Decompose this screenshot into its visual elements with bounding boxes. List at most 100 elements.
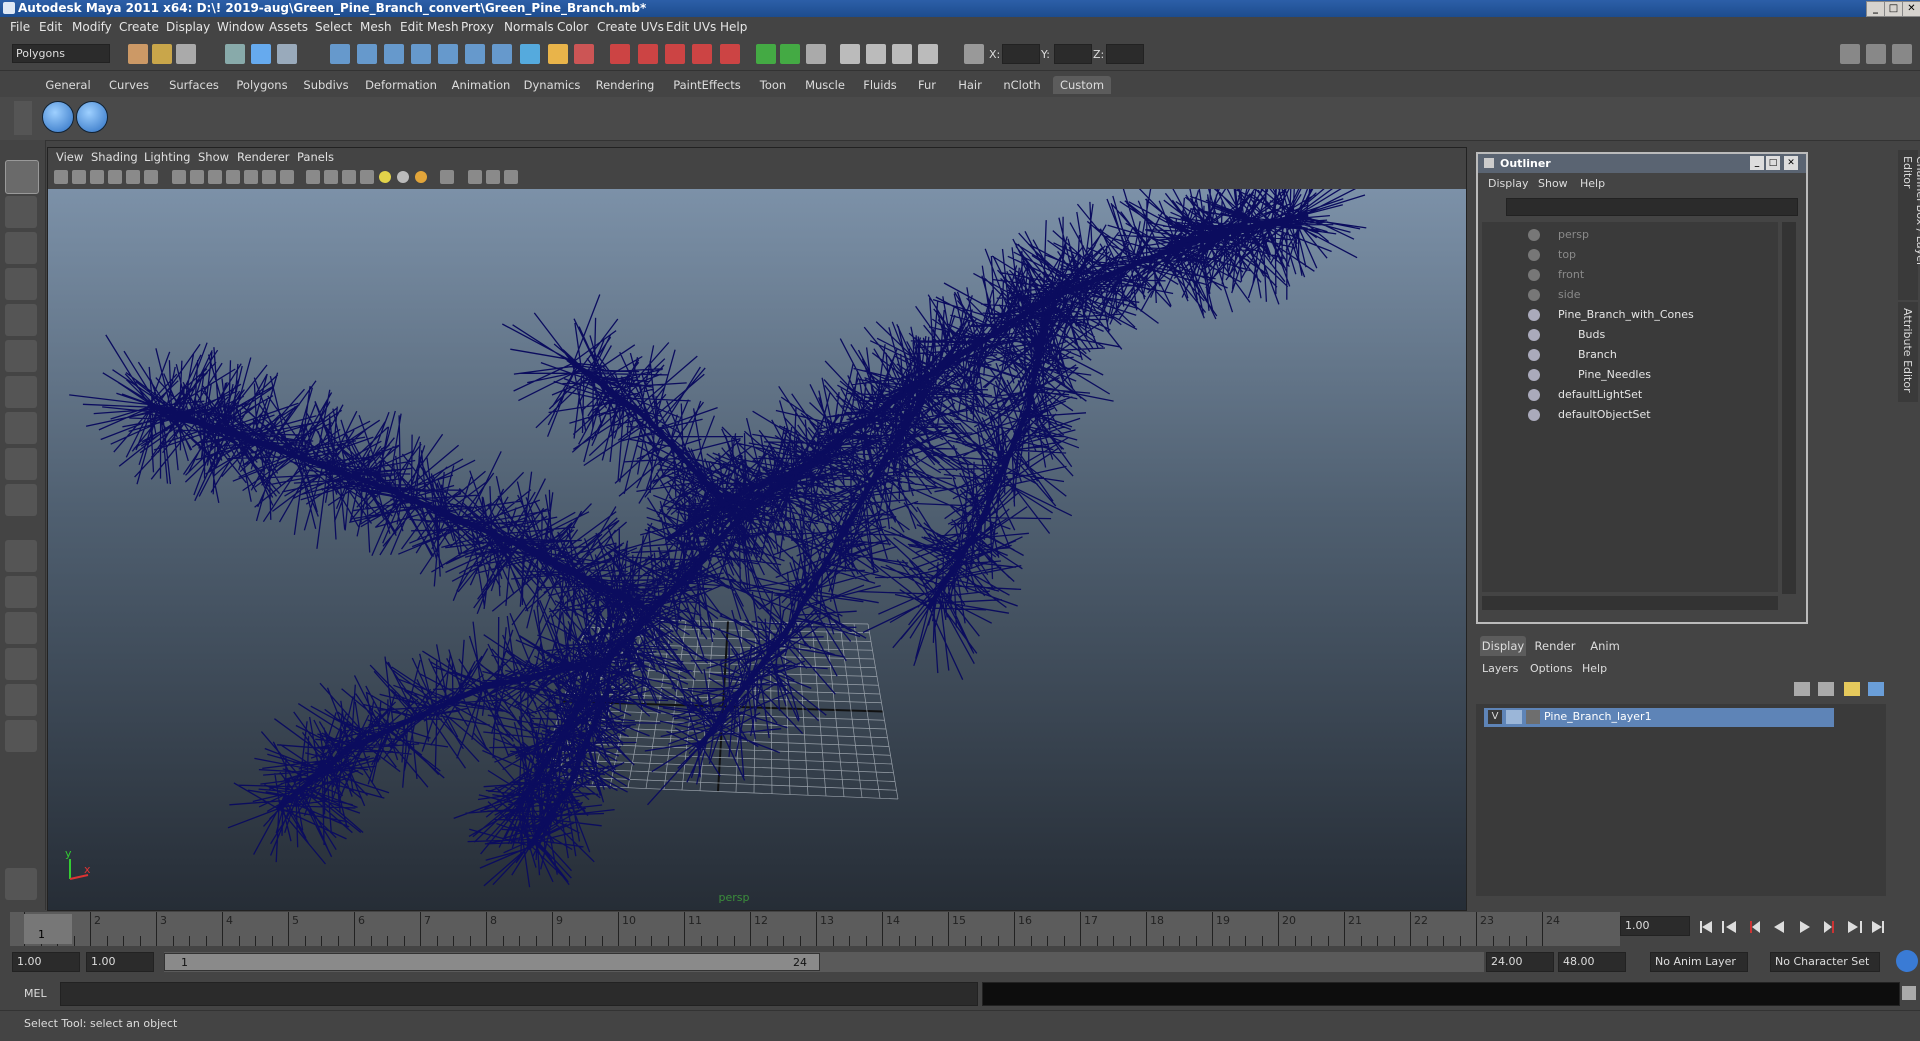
show-ui-icon[interactable] bbox=[840, 44, 860, 64]
outliner-close-button[interactable]: ✕ bbox=[1784, 156, 1798, 170]
menu-create[interactable]: Create bbox=[119, 20, 159, 34]
scene-view[interactable]: y x persp bbox=[48, 189, 1466, 910]
step-forward-key-button[interactable] bbox=[1848, 921, 1862, 933]
manipulator-tool-icon[interactable] bbox=[5, 376, 37, 408]
shelf-tab-polygons[interactable]: Polygons bbox=[231, 76, 293, 94]
question-icon[interactable] bbox=[520, 44, 540, 64]
script-editor-icon[interactable] bbox=[1902, 986, 1916, 1000]
channel-control-icon[interactable] bbox=[892, 44, 912, 64]
menu-modify[interactable]: Modify bbox=[72, 20, 112, 34]
menu-proxy[interactable]: Proxy bbox=[461, 20, 494, 34]
history-icon[interactable] bbox=[492, 44, 512, 64]
outliner-maximize-button[interactable]: □ bbox=[1766, 156, 1780, 170]
shelf-tab-toon[interactable]: Toon bbox=[753, 76, 793, 94]
shelf-tab-muscle[interactable]: Muscle bbox=[800, 76, 850, 94]
layer-type-toggle[interactable] bbox=[1506, 710, 1522, 724]
channel-box-toggle-icon[interactable] bbox=[1892, 44, 1912, 64]
layer-menu-options[interactable]: Options bbox=[1530, 662, 1572, 675]
select-component-icon[interactable] bbox=[277, 44, 297, 64]
layer-state-icon[interactable] bbox=[1868, 682, 1884, 696]
auto-key-icon[interactable] bbox=[1896, 950, 1918, 972]
snap-curve-icon[interactable] bbox=[357, 44, 377, 64]
y-field[interactable] bbox=[1054, 44, 1092, 64]
viewport-toolbar-icons[interactable] bbox=[48, 166, 608, 188]
outliner-vertical-scrollbar[interactable] bbox=[1782, 222, 1796, 594]
maximize-button[interactable]: □ bbox=[1884, 1, 1903, 17]
go-to-start-button[interactable] bbox=[1700, 921, 1712, 933]
viewport-menu-view[interactable]: View bbox=[56, 150, 83, 164]
step-back-key-button[interactable] bbox=[1722, 921, 1736, 933]
new-scene-icon[interactable] bbox=[128, 44, 148, 64]
shelf-tab-fur[interactable]: Fur bbox=[910, 76, 944, 94]
menu-edit-uvs[interactable]: Edit UVs bbox=[666, 20, 716, 34]
menu-edit-mesh[interactable]: Edit Mesh bbox=[400, 20, 459, 34]
empty-tool-slot-icon[interactable] bbox=[5, 484, 37, 516]
x-field[interactable] bbox=[1002, 44, 1040, 64]
minimize-button[interactable]: _ bbox=[1866, 1, 1885, 17]
layer-tab-render[interactable]: Render bbox=[1530, 636, 1580, 656]
shelf-tab-animation[interactable]: Animation bbox=[449, 76, 513, 94]
hypershade-layout-icon[interactable] bbox=[5, 684, 37, 716]
numeric-input-icon[interactable] bbox=[964, 44, 984, 64]
command-input[interactable] bbox=[60, 982, 978, 1006]
make-live-icon[interactable] bbox=[438, 44, 458, 64]
step-forward-frame-button[interactable] bbox=[1824, 921, 1834, 933]
render-current-icon[interactable] bbox=[610, 44, 630, 64]
open-scene-icon[interactable] bbox=[152, 44, 172, 64]
menu-edit[interactable]: Edit bbox=[39, 20, 62, 34]
modeling-toolkit-icon[interactable] bbox=[866, 44, 886, 64]
output-line-icon[interactable] bbox=[780, 44, 800, 64]
scale-tool-icon[interactable] bbox=[5, 340, 37, 372]
layer-menu-help[interactable]: Help bbox=[1582, 662, 1607, 675]
graph-persp-layout-icon[interactable] bbox=[5, 648, 37, 680]
outliner-filter-field[interactable] bbox=[1506, 198, 1798, 216]
select-tool-icon[interactable] bbox=[5, 160, 39, 194]
viewport-menu-panels[interactable]: Panels bbox=[297, 150, 334, 164]
shelf-menu-icon[interactable] bbox=[14, 101, 32, 135]
end-time-field[interactable]: 48.00 bbox=[1558, 952, 1626, 972]
attribute-editor-toggle-icon[interactable] bbox=[1840, 44, 1860, 64]
outliner-minimize-button[interactable]: _ bbox=[1750, 156, 1764, 170]
menu-window[interactable]: Window bbox=[217, 20, 264, 34]
perspective-viewport[interactable]: View Shading Lighting Show Renderer Pane… bbox=[47, 147, 1467, 911]
shelf-tab-painteffects[interactable]: PaintEffects bbox=[667, 76, 747, 94]
snap-view-plane-icon[interactable] bbox=[411, 44, 431, 64]
save-scene-icon[interactable] bbox=[176, 44, 196, 64]
shelf-button-check-icon[interactable] bbox=[42, 101, 74, 133]
layer-color-swatch[interactable] bbox=[1526, 710, 1540, 724]
four-pane-layout-icon[interactable] bbox=[5, 576, 37, 608]
rotate-tool-icon[interactable] bbox=[5, 304, 37, 336]
shelf-tab-curves[interactable]: Curves bbox=[101, 76, 157, 94]
input-line-icon[interactable] bbox=[756, 44, 776, 64]
menu-assets[interactable]: Assets bbox=[269, 20, 308, 34]
outliner-persp-layout-icon[interactable] bbox=[5, 612, 37, 644]
menu-file[interactable]: File bbox=[10, 20, 30, 34]
shelf-tab-dynamics[interactable]: Dynamics bbox=[520, 76, 584, 94]
play-backwards-button[interactable] bbox=[1774, 921, 1784, 933]
play-forwards-button[interactable] bbox=[1800, 921, 1810, 933]
select-object-icon[interactable] bbox=[251, 44, 271, 64]
layer-options-icon[interactable] bbox=[1844, 682, 1860, 696]
shelf-tab-surfaces[interactable]: Surfaces bbox=[164, 76, 224, 94]
step-back-frame-button[interactable] bbox=[1750, 921, 1760, 933]
hypershade-icon[interactable] bbox=[692, 44, 712, 64]
character-set-dropdown[interactable]: No Character Set bbox=[1770, 952, 1880, 972]
render-settings-icon[interactable] bbox=[665, 44, 685, 64]
menu-mesh[interactable]: Mesh bbox=[360, 20, 392, 34]
snap-surface-icon[interactable] bbox=[465, 44, 485, 64]
move-tool-icon[interactable] bbox=[5, 268, 37, 300]
z-field[interactable] bbox=[1106, 44, 1144, 64]
outliner-horizontal-scrollbar[interactable] bbox=[1482, 596, 1778, 610]
viewport-menu-renderer[interactable]: Renderer bbox=[237, 150, 290, 164]
outliner-menu-show[interactable]: Show bbox=[1538, 177, 1568, 190]
shelf-tab-custom[interactable]: Custom bbox=[1053, 76, 1111, 94]
shelf-tab-ncloth[interactable]: nCloth bbox=[997, 76, 1047, 94]
layer-menu-layers[interactable]: Layers bbox=[1482, 662, 1518, 675]
shelf-tab-rendering[interactable]: Rendering bbox=[590, 76, 660, 94]
render-view-icon[interactable] bbox=[720, 44, 740, 64]
select-hierarchy-icon[interactable] bbox=[225, 44, 245, 64]
layer-tab-display[interactable]: Display bbox=[1480, 636, 1526, 656]
side-tab-channel-box[interactable]: Channel Box / Layer Editor bbox=[1898, 150, 1920, 300]
single-pane-layout-icon[interactable] bbox=[5, 540, 37, 572]
shelf-tab-deformation[interactable]: Deformation bbox=[359, 76, 443, 94]
